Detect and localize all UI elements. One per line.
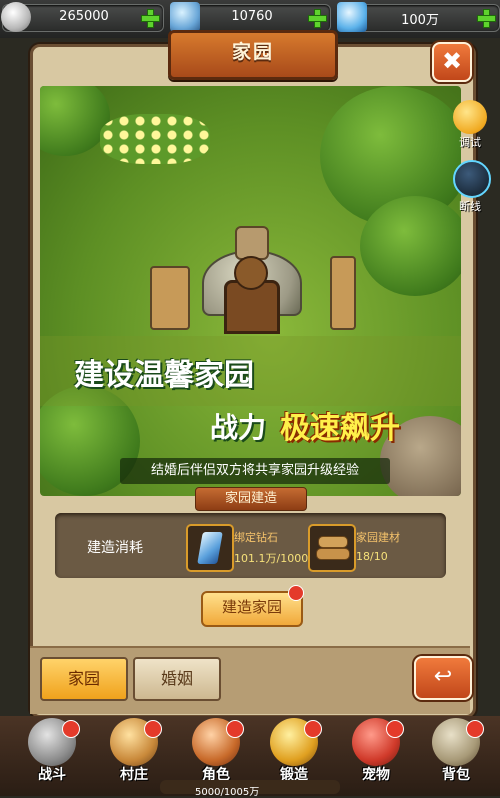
bound-diamond-icon[interactable] — [186, 524, 234, 572]
nav-bag[interactable]: 背包 — [426, 718, 486, 786]
currency-silver: 265000 — [1, 2, 164, 32]
currency-value: 100万 — [401, 13, 439, 28]
nav-label: 宠物 — [362, 767, 390, 783]
notification-dot — [304, 720, 322, 738]
add-silver-button[interactable] — [140, 8, 160, 28]
panel-title-plate: 家园 — [168, 30, 338, 80]
building-material-icon[interactable] — [308, 524, 356, 572]
tab-home-label: 家园 — [67, 669, 100, 688]
section-title-text: 家园建造 — [224, 491, 277, 506]
flower-bed — [100, 114, 210, 164]
cost-item-value: 101.1万/1000 — [234, 552, 309, 565]
log-post — [150, 266, 190, 330]
notification-dot — [144, 720, 162, 738]
add-bound-diamond-button[interactable] — [307, 8, 327, 28]
back-arrow-icon: ↩ — [433, 664, 453, 689]
section-title: 家园建造 — [195, 487, 307, 511]
build-home-label: 建造家园 — [221, 598, 282, 616]
currency-bound-diamond: 10760 — [170, 2, 331, 32]
disconnect-label: 断线 — [459, 200, 481, 213]
banner-headline-2: 战力 — [210, 411, 267, 444]
build-home-button[interactable]: 建造家园 — [201, 591, 303, 627]
log-post — [330, 256, 356, 330]
home-hut-icon — [190, 226, 310, 334]
nav-label: 背包 — [442, 767, 470, 783]
cost-item-name: 家园建材 — [356, 531, 400, 544]
signal-icon — [453, 160, 491, 198]
close-button[interactable]: ✖ — [432, 42, 472, 82]
tab-home[interactable]: 家园 — [40, 657, 128, 701]
debug-icon — [453, 100, 487, 134]
nav-pet[interactable]: 宠物 — [346, 718, 406, 786]
notification-dot — [288, 585, 304, 601]
nav-label: 战斗 — [38, 767, 66, 783]
cost-item-name: 绑定钻石 — [234, 531, 278, 544]
notification-dot — [386, 720, 404, 738]
back-button[interactable]: ↩ — [414, 656, 472, 700]
tree — [360, 196, 461, 296]
notification-dot — [62, 720, 80, 738]
nav-village[interactable]: 村庄 — [104, 718, 164, 786]
disconnect-button[interactable]: 断线 — [450, 160, 491, 213]
tab-marriage-label: 婚姻 — [160, 669, 193, 688]
close-icon: ✖ — [441, 47, 463, 75]
bound-diamond-icon — [170, 2, 200, 32]
currency-value: 265000 — [59, 9, 109, 24]
nav-character[interactable]: 角色 — [186, 718, 246, 786]
nav-label: 村庄 — [120, 767, 148, 783]
cost-label: 建造消耗 — [87, 540, 143, 556]
debug-button[interactable]: 调试 — [450, 100, 490, 150]
notification-dot — [226, 720, 244, 738]
currency-diamond: 100万 — [337, 2, 500, 32]
banner-headline-3: 极速飙升 — [280, 411, 400, 446]
debug-label: 调试 — [459, 136, 481, 149]
banner-headline-1: 建设温馨家园 — [74, 358, 254, 393]
silver-coin-icon — [1, 2, 31, 32]
banner-subline: 结婚后伴侣双方将共享家园升级经验 — [120, 458, 390, 484]
cost-item-value: 18/10 — [356, 550, 388, 563]
panel-title: 家园 — [231, 41, 274, 63]
add-diamond-button[interactable] — [476, 8, 496, 28]
diamond-icon — [337, 2, 367, 32]
tab-marriage[interactable]: 婚姻 — [133, 657, 221, 701]
nav-battle[interactable]: 战斗 — [22, 718, 82, 786]
notification-dot — [466, 720, 484, 738]
currency-value: 10760 — [231, 9, 273, 24]
nav-forge[interactable]: 锻造 — [264, 718, 324, 786]
